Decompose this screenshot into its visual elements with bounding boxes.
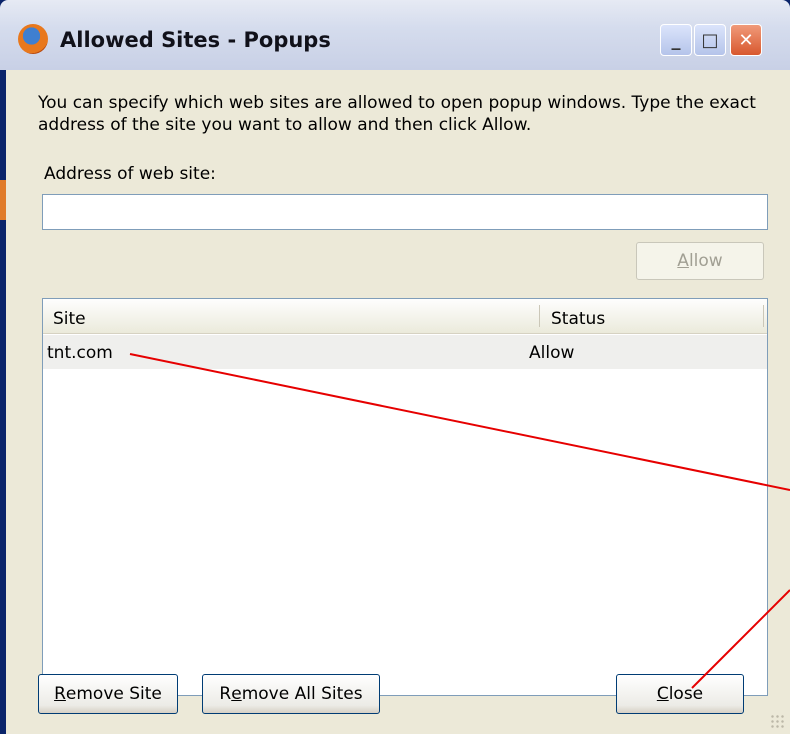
title-bar[interactable]: Allowed Sites - Popups _ □ ✕ (0, 0, 790, 70)
background-window-edge (0, 180, 6, 220)
column-header-site[interactable]: Site (53, 309, 86, 329)
close-icon: ✕ (738, 29, 754, 51)
close-label: lose (668, 684, 704, 704)
maximize-icon: □ (701, 29, 719, 51)
row-site: tnt.com (47, 343, 113, 363)
remove-all-prefix: R (219, 684, 232, 704)
address-label: Address of web site: (44, 164, 216, 184)
allow-button[interactable]: Allow (636, 242, 764, 280)
resize-grip[interactable] (770, 714, 784, 728)
close-button[interactable]: Close (616, 674, 744, 714)
column-divider[interactable] (539, 305, 540, 327)
close-accel: C (656, 684, 669, 704)
allow-button-accel: A (677, 251, 689, 271)
firefox-icon (18, 24, 48, 54)
window-title: Allowed Sites - Popups (60, 28, 331, 52)
table-row[interactable]: tnt.com Allow (43, 335, 767, 369)
close-window-button[interactable]: ✕ (730, 24, 762, 56)
minimize-button[interactable]: _ (660, 24, 692, 56)
sites-list[interactable]: Site Status tnt.com Allow (42, 298, 768, 696)
address-input[interactable] (42, 194, 768, 230)
remove-site-button[interactable]: Remove Site (38, 674, 178, 714)
minimize-icon: _ (671, 29, 681, 51)
remove-all-accel: e (231, 684, 242, 704)
remove-all-label: move All Sites (241, 684, 363, 704)
column-header-status[interactable]: Status (551, 309, 605, 329)
allow-button-label: llow (688, 251, 723, 271)
row-status: Allow (529, 343, 575, 363)
remove-site-accel: R (54, 684, 66, 704)
list-header: Site Status (43, 299, 767, 334)
remove-site-label: emove Site (65, 684, 162, 704)
maximize-button[interactable]: □ (694, 24, 726, 56)
remove-all-sites-button[interactable]: Re move All Sites (202, 674, 380, 714)
column-divider[interactable] (763, 305, 764, 327)
dialog-description: You can specify which web sites are allo… (38, 93, 756, 135)
